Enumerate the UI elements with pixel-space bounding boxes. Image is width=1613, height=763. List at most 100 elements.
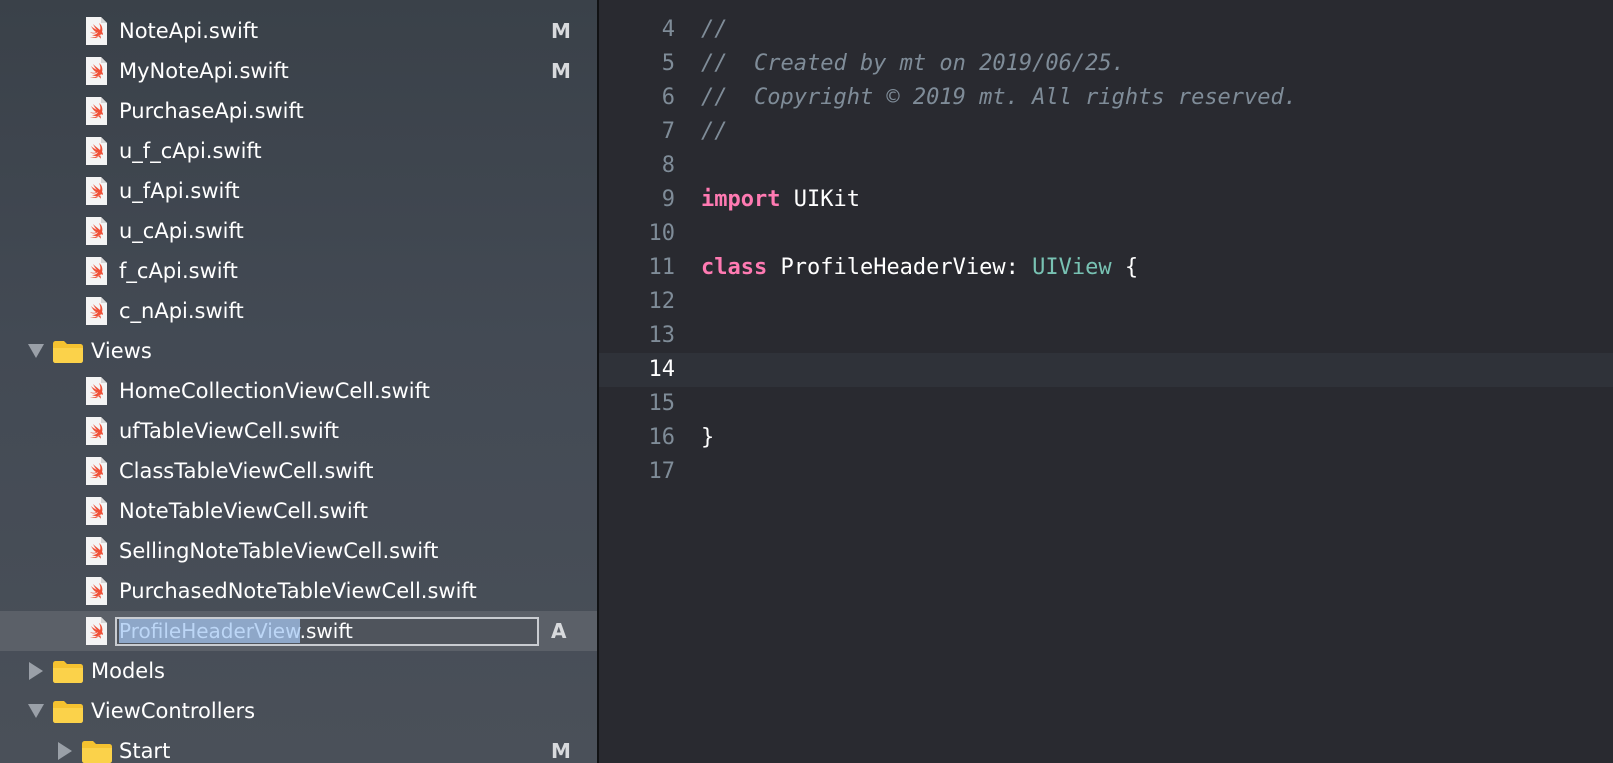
folder-icon <box>53 701 83 723</box>
code-line: 16 } <box>599 421 1613 455</box>
code-comment: // Created by mt on 2019/06/25. <box>701 51 1125 76</box>
code-line: 5 // Created by mt on 2019/06/25. <box>599 47 1613 81</box>
code-comment: // <box>701 17 728 42</box>
line-number: 7 <box>661 119 675 144</box>
code-line: 6 // Copyright © 2019 mt. All rights res… <box>599 81 1613 115</box>
folder-row-viewcontrollers[interactable]: ViewControllers <box>0 691 597 731</box>
identifier-token: UIKit <box>780 187 860 212</box>
disclosure-open-icon[interactable] <box>28 344 44 358</box>
line-number: 17 <box>648 459 676 484</box>
brace-token: { <box>1111 255 1139 280</box>
file-label: NoteApi.swift <box>119 19 259 43</box>
disclosure-closed-icon[interactable] <box>29 662 43 680</box>
folder-row-views[interactable]: Views <box>0 331 597 371</box>
code-text: } <box>701 425 715 450</box>
file-row-purchasednotetableviewcell[interactable]: PurchasedNoteTableViewCell.swift <box>0 571 597 611</box>
line-number: 15 <box>648 391 676 416</box>
file-label: SellingNoteTableViewCell.swift <box>119 539 439 563</box>
swift-file-icon <box>86 537 107 565</box>
code-line: 15 <box>599 387 1613 421</box>
keyword-token: import <box>701 187 781 212</box>
code-line: 12 <box>599 285 1613 319</box>
file-row-mynoteapi[interactable]: MyNoteApi.swift M <box>0 51 597 91</box>
disclosure-open-icon[interactable] <box>28 704 44 718</box>
code-line: 9 import UIKit <box>599 183 1613 217</box>
type-token: UIView <box>1032 255 1112 280</box>
file-label: u_cApi.swift <box>119 219 244 243</box>
file-label: NoteTableViewCell.swift <box>119 499 368 523</box>
added-badge: A <box>551 619 567 643</box>
line-number: 10 <box>648 221 676 246</box>
swift-file-icon <box>86 497 107 525</box>
code-text: import UIKit <box>701 183 860 217</box>
file-row-uftableviewcell[interactable]: ufTableViewCell.swift <box>0 411 597 451</box>
code-comment: // <box>701 119 728 144</box>
file-row-noteapi[interactable]: NoteApi.swift M <box>0 11 597 51</box>
file-row-homecollectionviewcell[interactable]: HomeCollectionViewCell.swift <box>0 371 597 411</box>
file-label: PurchasedNoteTableViewCell.swift <box>119 579 477 603</box>
file-row-u-fapi[interactable]: u_fApi.swift <box>0 171 597 211</box>
identifier-token: ProfileHeaderView: <box>767 255 1033 280</box>
swift-file-icon <box>86 57 107 85</box>
folder-icon <box>53 661 83 683</box>
swift-file-icon <box>86 297 107 325</box>
swift-file-icon <box>86 377 107 405</box>
folder-row-start[interactable]: Start M <box>0 731 597 763</box>
file-label: c_nApi.swift <box>119 299 244 323</box>
modified-badge: M <box>551 19 571 43</box>
code-line: 17 <box>599 455 1613 489</box>
file-label: HomeCollectionViewCell.swift <box>119 379 430 403</box>
file-label: MyNoteApi.swift <box>119 59 289 83</box>
swift-file-icon <box>86 97 107 125</box>
code-line: 10 <box>599 217 1613 251</box>
swift-file-icon <box>86 137 107 165</box>
code-line: 11 class ProfileHeaderView: UIView { <box>599 251 1613 285</box>
code-line: 7 // <box>599 115 1613 149</box>
folder-row-models[interactable]: Models <box>0 651 597 691</box>
swift-file-icon <box>86 217 107 245</box>
modified-badge: M <box>551 59 571 83</box>
code-line: 13 <box>599 319 1613 353</box>
file-label: u_f_cApi.swift <box>119 139 262 163</box>
file-label: u_fApi.swift <box>119 179 240 203</box>
project-navigator: NoteApi.swift M MyNoteApi.swift M Purcha… <box>0 0 597 763</box>
keyword-token: class <box>701 255 768 280</box>
swift-file-icon <box>86 577 107 605</box>
code-comment: // Copyright © 2019 mt. All rights reser… <box>701 85 1298 110</box>
modified-badge: M <box>551 739 571 763</box>
swift-file-icon <box>86 457 107 485</box>
line-number: 14 <box>648 357 676 382</box>
line-number: 9 <box>661 187 675 212</box>
rename-selected-text: ProfileHeaderView <box>119 619 300 643</box>
line-number: 12 <box>648 289 676 314</box>
line-number: 4 <box>661 17 675 42</box>
rename-extension-text: .swift <box>299 619 353 643</box>
swift-file-icon <box>86 617 107 645</box>
line-number: 6 <box>661 85 675 110</box>
code-text: class ProfileHeaderView: UIView { <box>701 251 1138 285</box>
swift-file-icon <box>86 417 107 445</box>
line-number: 16 <box>648 425 676 450</box>
file-row-u-f-capi[interactable]: u_f_cApi.swift <box>0 131 597 171</box>
file-row-notetableviewcell[interactable]: NoteTableViewCell.swift <box>0 491 597 531</box>
file-row-purchaseapi[interactable]: PurchaseApi.swift <box>0 91 597 131</box>
folder-label: Views <box>91 339 152 363</box>
swift-file-icon <box>86 257 107 285</box>
file-row-classtableviewcell[interactable]: ClassTableViewCell.swift <box>0 451 597 491</box>
source-editor[interactable]: 4 // 5 // Created by mt on 2019/06/25. 6… <box>599 0 1613 763</box>
disclosure-closed-icon[interactable] <box>58 742 72 760</box>
file-label: PurchaseApi.swift <box>119 99 304 123</box>
file-row-sellingnotetableviewcell[interactable]: SellingNoteTableViewCell.swift <box>0 531 597 571</box>
file-row-profileheaderview[interactable]: ProfileHeaderView.swift A <box>0 611 597 651</box>
file-row-u-capi[interactable]: u_cApi.swift <box>0 211 597 251</box>
line-number: 13 <box>648 323 676 348</box>
folder-label: Start <box>119 739 171 763</box>
file-row-c-napi[interactable]: c_nApi.swift <box>0 291 597 331</box>
line-number: 5 <box>661 51 675 76</box>
folder-icon <box>53 341 83 363</box>
current-code-line: 14 <box>599 353 1613 387</box>
line-number: 8 <box>661 153 675 178</box>
swift-file-icon <box>86 17 107 45</box>
rename-field[interactable]: ProfileHeaderView.swift <box>115 617 539 646</box>
file-row-f-capi[interactable]: f_cApi.swift <box>0 251 597 291</box>
